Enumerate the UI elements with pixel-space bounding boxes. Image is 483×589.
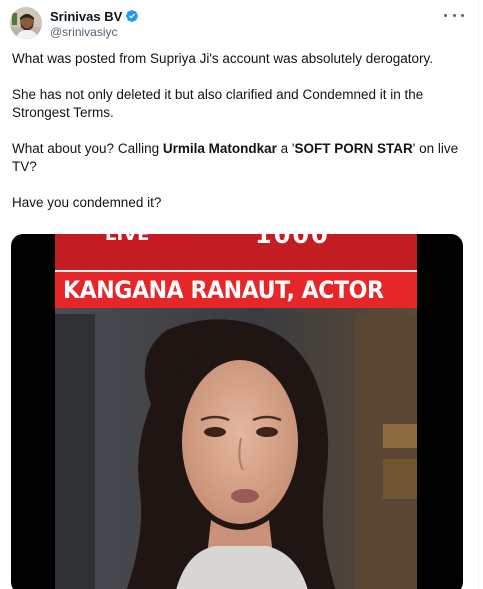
avatar[interactable]	[10, 7, 42, 39]
tweet-bold-text: Urmila Matondkar	[162, 141, 277, 156]
lower-third-banner: KANGANA RANAUT, ACTOR	[55, 270, 417, 308]
tweet-paragraph: She has not only deleted it but also cla…	[12, 87, 424, 120]
tweet-text-run: a '	[276, 141, 295, 156]
author-info: Srinivas BV @srinivasiyc	[50, 8, 139, 39]
avatar-image	[10, 7, 42, 39]
video-frame: LIVE 1000 KANGANA RANAUT, ACTOR	[55, 234, 417, 589]
live-label: LIVE	[105, 234, 150, 245]
tweet-video[interactable]: LIVE 1000 KANGANA RANAUT, ACTOR	[11, 234, 463, 589]
live-badge: LIVE	[93, 234, 189, 246]
author-display-name[interactable]: Srinivas BV	[50, 9, 122, 24]
banner-text: KANGANA RANAUT, ACTOR	[63, 276, 384, 304]
more-horizontal-icon[interactable]	[444, 8, 464, 22]
channel-number: 1000	[255, 234, 330, 249]
tweet-text-run: What about you? Calling	[12, 141, 163, 156]
tweet-paragraph: What was posted from Supriya Ji's accoun…	[12, 51, 434, 66]
tweet-paragraph: What about you? Calling Urmila Matondkar…	[12, 140, 467, 176]
author-handle[interactable]: @srinivasiyc	[50, 25, 139, 39]
tweet-paragraph: Have you condemned it?	[12, 195, 162, 210]
tweet-header: Srinivas BV @srinivasiyc	[10, 7, 470, 43]
timeline-divider	[478, 0, 479, 589]
tweet-bold-text: SOFT PORN STAR	[294, 141, 413, 156]
verified-badge-icon[interactable]	[125, 9, 139, 23]
tweet-text: What was posted from Supriya Ji's accoun…	[12, 50, 467, 212]
